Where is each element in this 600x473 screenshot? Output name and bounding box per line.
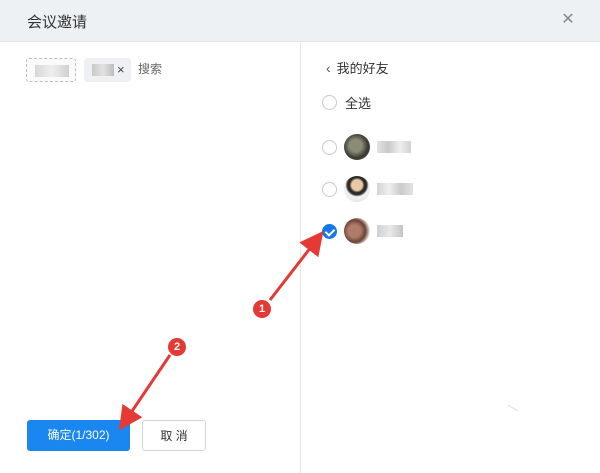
friend-row[interactable] [322, 216, 403, 246]
redacted-friend-name [377, 225, 403, 237]
selected-participants-pane [0, 42, 300, 473]
redacted-name [92, 64, 114, 76]
select-all-label: 全选 [345, 95, 372, 111]
annotation-badge: 2 [168, 338, 186, 356]
close-icon[interactable]: ✕ [559, 11, 577, 29]
annotation-badge: 1 [253, 300, 271, 318]
dialog-titlebar: 会议邀请 ✕ [0, 0, 600, 42]
avatar [344, 134, 370, 160]
redacted-friend-name [377, 141, 411, 153]
chevron-left-icon: ‹ [326, 59, 331, 76]
cancel-button[interactable]: 取 消 [142, 420, 206, 451]
dialog-title: 会议邀请 [27, 14, 88, 31]
avatar [344, 218, 370, 244]
confirm-button[interactable]: 确定(1/302) [27, 420, 130, 451]
back-to-friends-button[interactable]: ‹ 我的好友 [326, 58, 389, 77]
friend-row[interactable] [322, 132, 411, 162]
redacted-friend-name [377, 183, 413, 195]
friend-radio[interactable] [322, 139, 337, 155]
friend-radio-checked[interactable] [322, 223, 337, 239]
friend-row[interactable] [322, 174, 413, 204]
select-all-row[interactable]: 全选 [322, 87, 371, 117]
friend-radio[interactable] [322, 181, 337, 197]
search-input[interactable] [138, 62, 218, 76]
remove-chip-icon[interactable]: × [117, 58, 125, 82]
selected-chip[interactable] [26, 58, 76, 82]
selected-chip[interactable]: × [84, 58, 131, 82]
select-all-radio[interactable] [322, 94, 337, 110]
avatar [344, 176, 370, 202]
friends-heading: 我的好友 [336, 61, 389, 76]
redacted-name [35, 65, 69, 77]
